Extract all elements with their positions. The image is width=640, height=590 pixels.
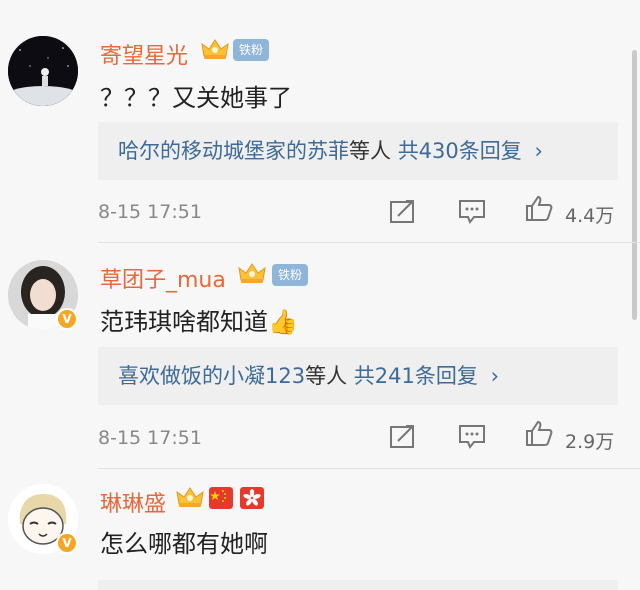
comment-text: ？？？又关她事了: [100, 84, 292, 112]
comment-text: 范玮琪啥都知道👍: [100, 302, 298, 337]
verified-badge-icon: V: [56, 308, 78, 330]
avatar-container: V: [8, 484, 78, 554]
reply-users[interactable]: 喜欢做饭的小凝123: [118, 364, 305, 388]
reply-total[interactable]: 共430条回复: [398, 139, 522, 163]
timestamp: 8-15 17:51: [98, 201, 202, 223]
scrollbar[interactable]: [632, 50, 637, 320]
chevron-right-icon: ›: [534, 139, 543, 163]
comment-text-body: 范玮琪啥都知道: [100, 308, 268, 336]
avatar[interactable]: [8, 36, 78, 106]
reply-users[interactable]: 哈尔的移动城堡家的苏菲: [118, 139, 349, 163]
username[interactable]: 草团子_mua: [100, 262, 226, 294]
like-count: 2.9万: [565, 431, 615, 453]
reply-middle: 等人: [305, 364, 348, 388]
comment-text: 怎么哪都有她啊: [100, 530, 268, 558]
verified-badge-icon: V: [56, 532, 78, 554]
reply-summary[interactable]: [98, 580, 618, 590]
china-flag-icon: [209, 487, 233, 509]
avatar-container: V: [8, 260, 78, 330]
divider: [98, 468, 640, 469]
reply-total[interactable]: 共241条回复: [354, 364, 478, 388]
fan-badge: 铁粉: [233, 39, 270, 61]
like-icon[interactable]: [524, 194, 554, 222]
username[interactable]: 琳琳盛: [100, 486, 166, 518]
chevron-right-icon: ›: [490, 364, 499, 388]
repost-icon[interactable]: [388, 422, 418, 450]
fan-badge: 铁粉: [272, 264, 309, 286]
thumbs-up-emoji: 👍: [268, 308, 298, 336]
like-icon[interactable]: [524, 419, 554, 447]
timestamp: 8-15 17:51: [98, 427, 202, 449]
crown-icon: [176, 487, 204, 507]
like-count: 4.4万: [565, 205, 615, 227]
crown-icon: [238, 263, 266, 283]
repost-icon[interactable]: [388, 197, 418, 225]
divider: [98, 242, 640, 243]
crown-icon: [201, 39, 229, 59]
reply-summary[interactable]: 哈尔的移动城堡家的苏菲等人 共430条回复 ›: [98, 122, 618, 180]
comment-icon[interactable]: [457, 197, 487, 225]
comment-icon[interactable]: [457, 422, 487, 450]
reply-middle: 等人: [349, 139, 391, 163]
hongkong-flag-icon: [240, 487, 264, 509]
username[interactable]: 寄望星光: [100, 38, 188, 70]
reply-summary[interactable]: 喜欢做饭的小凝123等人 共241条回复 ›: [98, 347, 618, 405]
